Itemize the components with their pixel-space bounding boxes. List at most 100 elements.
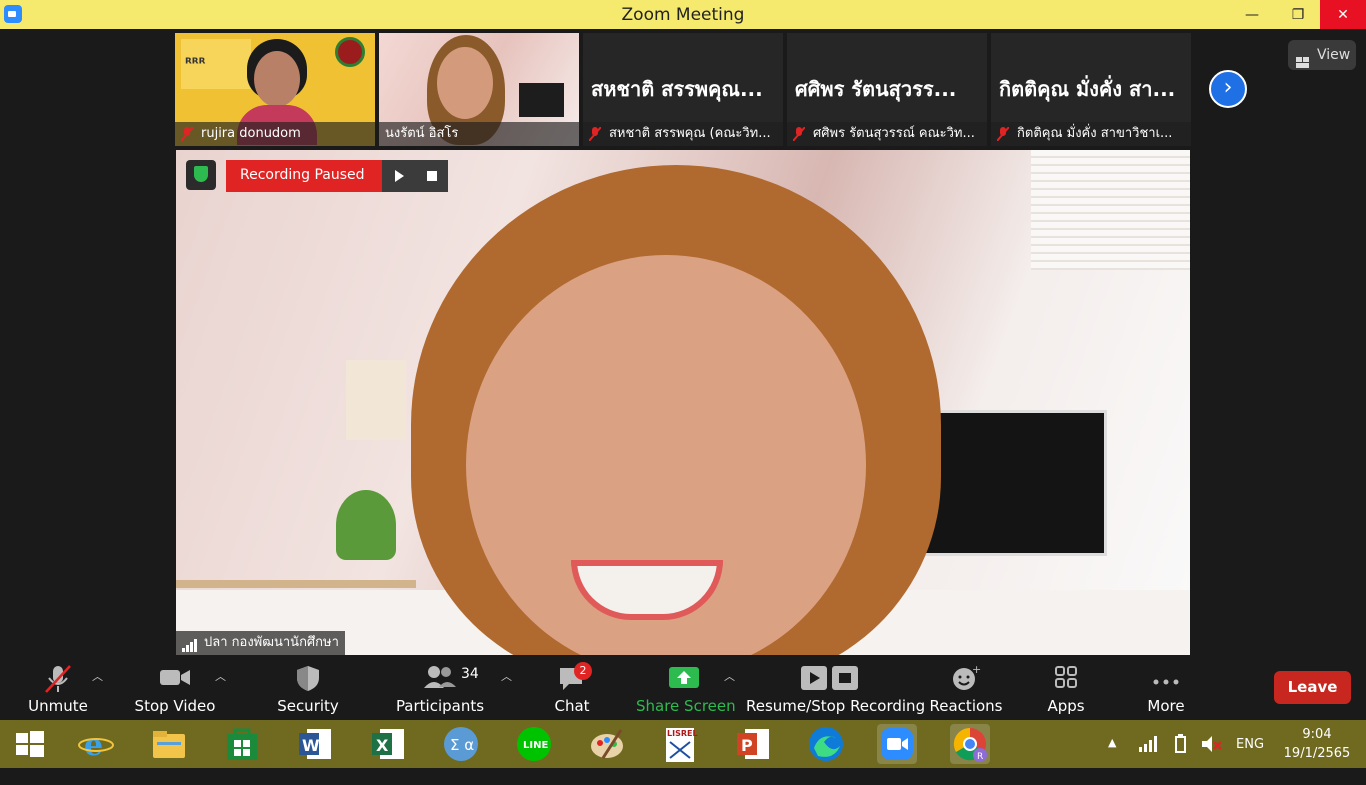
show-hidden-icons-caret-icon[interactable]: ▲ xyxy=(1108,736,1116,784)
battery-plugged-icon[interactable] xyxy=(1170,734,1190,782)
start-icon[interactable] xyxy=(10,724,50,764)
security-button[interactable]: Security xyxy=(268,658,348,720)
participant-thumbnail[interactable]: สหชาติ สรรพคุณ... สหชาติ สรรพคุณ (คณะวิท… xyxy=(583,33,783,146)
meeting-toolbar: Unmute ︿ Stop Video ︿ Security 34 Partic… xyxy=(0,658,1366,720)
participant-thumbnail[interactable]: ᴿᴿᴿ rujira donudom xyxy=(175,33,375,146)
resume-recording-icon[interactable] xyxy=(395,170,404,182)
reactions-label: Reactions xyxy=(929,697,1003,715)
muted-mic-icon xyxy=(997,127,1009,141)
active-speaker-video xyxy=(176,150,1190,655)
view-button[interactable]: View xyxy=(1288,40,1356,70)
svg-text:Σ α: Σ α xyxy=(450,736,474,754)
svg-text:+: + xyxy=(972,664,981,676)
zoom-icon[interactable] xyxy=(877,724,917,764)
unmute-button[interactable]: Unmute xyxy=(20,658,96,720)
muted-mic-icon xyxy=(43,664,73,698)
active-speaker-name: ปลา กองพัฒนานักศึกษา xyxy=(204,635,339,650)
svg-text:W: W xyxy=(302,736,320,755)
close-button[interactable]: ✕ xyxy=(1320,0,1366,29)
more-button[interactable]: More xyxy=(1136,658,1196,720)
participants-count: 34 xyxy=(461,666,479,682)
participant-name: นงรัตน์ อิสโร xyxy=(379,122,579,146)
word-icon[interactable]: W xyxy=(295,724,335,764)
participant-name: rujira donudom xyxy=(175,122,375,146)
security-label: Security xyxy=(277,697,339,715)
muted-mic-icon xyxy=(589,127,601,141)
network-signal-icon[interactable] xyxy=(1138,735,1158,783)
participant-thumbnail[interactable]: ศศิพร รัตนสุวรร... ศศิพร รัตนสุวรรณ์ คณะ… xyxy=(787,33,987,146)
security-shield-icon[interactable] xyxy=(186,160,216,190)
more-label: More xyxy=(1147,697,1185,715)
svg-text:e: e xyxy=(84,728,103,763)
university-logo xyxy=(335,37,365,67)
svg-text:R: R xyxy=(977,752,983,762)
minimize-button[interactable]: — xyxy=(1229,0,1275,29)
video-camera-icon xyxy=(159,664,191,694)
clock-time: 9:04 xyxy=(1302,727,1332,742)
chat-unread-badge: 2 xyxy=(574,662,592,680)
internet-explorer-icon[interactable]: e xyxy=(76,724,116,764)
background-blinds xyxy=(1031,150,1190,270)
stop-video-label: Stop Video xyxy=(134,697,216,715)
participants-label: Participants xyxy=(395,697,485,715)
lisrel-icon[interactable]: LISREL xyxy=(660,724,700,764)
participant-thumbnail[interactable]: กิตติคุณ มั่งคั่ง สา... กิตติคุณ มั่งคั่… xyxy=(991,33,1191,146)
powerpoint-icon[interactable]: P xyxy=(733,724,773,764)
muted-mic-icon xyxy=(793,127,805,141)
resume-stop-recording-icon xyxy=(800,664,860,696)
excel-icon[interactable]: X xyxy=(368,724,408,764)
taskbar-clock[interactable]: 9:04 19/1/2565 xyxy=(1280,725,1354,763)
background-books xyxy=(346,360,406,440)
participant-thumbnail[interactable]: นงรัตน์ อิสโร xyxy=(379,33,579,146)
chat-button[interactable]: 2 Chat xyxy=(540,658,604,720)
participant-name: ศศิพร รัตนสุวรรณ์ คณะวิท... xyxy=(787,122,987,146)
next-page-button[interactable]: › xyxy=(1209,70,1247,108)
background-plant xyxy=(336,490,396,560)
more-dots-icon xyxy=(1152,672,1180,690)
math-input-icon[interactable]: Σ α xyxy=(441,724,481,764)
apps-button[interactable]: Apps xyxy=(1036,658,1096,720)
paint-icon[interactable] xyxy=(587,724,627,764)
reactions-button[interactable]: + Reactions xyxy=(928,658,1004,720)
chat-bubble-icon: 2 xyxy=(557,662,592,696)
resume-stop-recording-label: Resume/Stop Recording xyxy=(746,697,926,715)
microsoft-store-icon[interactable] xyxy=(222,724,262,764)
chrome-icon[interactable]: R xyxy=(950,724,990,764)
participant-name: สหชาติ สรรพคุณ (คณะวิท... xyxy=(583,122,783,146)
title-bar: Zoom Meeting — ❐ ✕ xyxy=(0,0,1366,29)
share-options-caret-icon[interactable]: ︿ xyxy=(724,668,735,684)
resume-stop-recording-button[interactable]: Resume/Stop Recording xyxy=(746,658,926,720)
participant-big-name: กิตติคุณ มั่งคั่ง สา... xyxy=(999,77,1176,101)
audio-options-caret-icon[interactable]: ︿ xyxy=(92,668,103,684)
input-language-indicator[interactable]: ENG xyxy=(1236,737,1264,785)
background-shelf xyxy=(176,580,416,588)
participant-big-name: สหชาติ สรรพคุณ... xyxy=(591,77,763,101)
edge-icon[interactable] xyxy=(806,724,846,764)
apps-icon xyxy=(1053,664,1079,694)
participants-options-caret-icon[interactable]: ︿ xyxy=(501,668,512,684)
muted-mic-icon xyxy=(181,127,193,141)
stop-recording-icon[interactable] xyxy=(427,171,437,181)
unmute-label: Unmute xyxy=(28,697,88,715)
stop-video-button[interactable]: Stop Video xyxy=(130,658,220,720)
share-screen-button[interactable]: Share Screen xyxy=(636,658,736,720)
file-explorer-icon[interactable] xyxy=(149,724,189,764)
video-options-caret-icon[interactable]: ︿ xyxy=(215,668,226,684)
background-monitor xyxy=(519,83,564,117)
share-screen-label: Share Screen xyxy=(636,697,736,715)
windows-taskbar: e W X Σ α LINE LISREL P R ▲ ENG 9:04 19/… xyxy=(0,720,1366,768)
maximize-button[interactable]: ❐ xyxy=(1275,0,1321,29)
participant-face xyxy=(254,51,300,107)
line-icon[interactable]: LINE xyxy=(514,724,554,764)
active-speaker-label: ปลา กองพัฒนานักศึกษา xyxy=(176,631,345,655)
recording-controls xyxy=(382,160,448,192)
volume-muted-icon[interactable] xyxy=(1200,734,1222,782)
participants-button[interactable]: 34 Participants xyxy=(395,658,485,720)
svg-text:P: P xyxy=(741,736,753,755)
leave-button[interactable]: Leave xyxy=(1274,671,1351,704)
view-label: View xyxy=(1317,47,1351,63)
chat-label: Chat xyxy=(554,697,590,715)
participant-big-name: ศศิพร รัตนสุวรร... xyxy=(795,77,957,101)
slide-background: ᴿᴿᴿ xyxy=(181,39,251,89)
participant-name: กิตติคุณ มั่งคั่ง สาขาวิชาเ... xyxy=(991,122,1191,146)
